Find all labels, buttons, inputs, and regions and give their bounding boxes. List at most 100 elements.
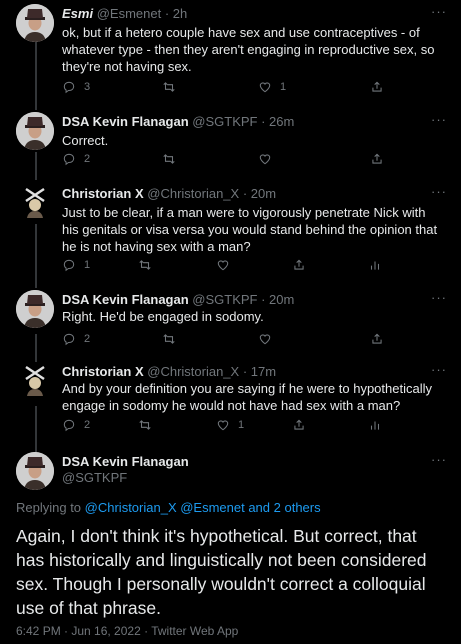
more-dots-icon[interactable]: ··· — [431, 112, 447, 127]
reply-count: 2 — [84, 153, 91, 165]
tweet[interactable]: Christorian X @Christorian_X · 20m ··· J… — [0, 180, 461, 284]
replying-prefix: Replying to — [16, 500, 85, 515]
reply-bubble-icon — [62, 152, 76, 166]
author-handle[interactable]: @SGTKPF — [192, 292, 257, 307]
retweet-button[interactable] — [162, 152, 176, 166]
tweet-actions: 2 — [62, 152, 442, 168]
analytics-button[interactable] — [368, 258, 382, 272]
main-tweet: DSA Kevin Flanagan @SGTKPF ··· Replying … — [0, 452, 461, 644]
tweet-time[interactable]: · 26m — [261, 114, 294, 129]
author-handle[interactable]: @SGTKPF — [192, 114, 257, 129]
tweet[interactable]: Esmi @Esmenet · 2h ··· ok, but if a hete… — [0, 0, 461, 108]
more-dots-icon[interactable]: ··· — [431, 4, 447, 19]
tweet-time[interactable]: · 2h — [165, 6, 187, 21]
tweet-time[interactable]: · 17m — [243, 364, 276, 379]
tweet-text: Right. He'd be engaged in sodomy. — [62, 309, 264, 324]
author-name[interactable]: Christorian X — [62, 186, 144, 201]
author-name[interactable]: DSA Kevin Flanagan — [62, 114, 189, 129]
reply-count: 3 — [84, 81, 91, 93]
more-dots-icon[interactable]: ··· — [431, 452, 447, 467]
tweet[interactable]: Christorian X @Christorian_X · 17m ··· A… — [0, 362, 461, 446]
like-count: 1 — [280, 81, 287, 93]
author-name[interactable]: DSA Kevin Flanagan — [62, 292, 189, 307]
reply-count: 1 — [84, 259, 91, 271]
like-button[interactable]: 1 — [258, 80, 286, 94]
share-button[interactable] — [370, 80, 384, 94]
author-handle[interactable]: @SGTKPF — [62, 470, 127, 485]
retweet-icon — [162, 80, 176, 94]
heart-icon — [258, 80, 272, 94]
analytics-icon — [368, 258, 382, 272]
share-icon — [370, 152, 384, 166]
author-handle[interactable]: @Esmenet — [97, 6, 162, 21]
reply-button[interactable]: 1 — [62, 258, 90, 272]
tweet-text: Correct. — [62, 133, 109, 148]
reply-button[interactable]: 2 — [62, 418, 90, 432]
share-button[interactable] — [370, 152, 384, 166]
replying-to: Replying to @Christorian_X @Esmenet and … — [16, 500, 321, 515]
share-icon — [292, 258, 306, 272]
replying-to-link[interactable]: @Christorian_X @Esmenet and 2 others — [85, 500, 321, 515]
retweet-icon — [162, 152, 176, 166]
reply-bubble-icon — [62, 258, 76, 272]
avatar[interactable] — [16, 452, 54, 490]
reply-button[interactable]: 3 — [62, 80, 90, 94]
reply-count: 2 — [84, 333, 91, 345]
avatar[interactable] — [16, 112, 54, 150]
author-name[interactable]: Esmi — [62, 6, 93, 21]
tweet-text: Just to be clear, if a man were to vigor… — [62, 205, 438, 254]
tweet[interactable]: DSA Kevin Flanagan @SGTKPF · 20m ··· Rig… — [0, 290, 461, 356]
like-count: 1 — [238, 419, 245, 431]
heart-icon — [258, 152, 272, 166]
author-handle[interactable]: @Christorian_X — [147, 186, 239, 201]
avatar[interactable] — [16, 4, 54, 42]
avatar[interactable] — [16, 362, 54, 400]
tweet-text: ok, but if a hetero couple have sex and … — [62, 25, 435, 74]
like-button[interactable]: 1 — [216, 418, 244, 432]
tweet-header: Christorian X @Christorian_X · 17m — [62, 364, 431, 379]
tweet-header: DSA Kevin Flanagan @SGTKPF · 20m — [62, 292, 431, 307]
more-dots-icon[interactable]: ··· — [431, 290, 447, 305]
heart-icon — [258, 332, 272, 346]
avatar[interactable] — [16, 290, 54, 328]
reply-button[interactable]: 2 — [62, 332, 90, 346]
analytics-icon — [368, 418, 382, 432]
reply-bubble-icon — [62, 332, 76, 346]
tweet-time[interactable]: · 20m — [243, 186, 276, 201]
tweet-header: DSA Kevin Flanagan @SGTKPF · 26m — [62, 114, 431, 129]
main-tweet-text: Again, I don't think it's hypothetical. … — [16, 526, 427, 618]
author-name[interactable]: DSA Kevin Flanagan — [62, 454, 189, 469]
tweet[interactable]: DSA Kevin Flanagan @SGTKPF · 26m ··· Cor… — [0, 108, 461, 176]
like-button[interactable] — [258, 152, 272, 166]
reply-button[interactable]: 2 — [62, 152, 90, 166]
retweet-icon — [138, 258, 152, 272]
analytics-button[interactable] — [368, 418, 382, 432]
retweet-button[interactable] — [162, 80, 176, 94]
reply-bubble-icon — [62, 418, 76, 432]
tweet-meta[interactable]: 6:42 PM · Jun 16, 2022 · Twitter Web App — [16, 624, 238, 638]
reply-bubble-icon — [62, 80, 76, 94]
retweet-button[interactable] — [162, 332, 176, 346]
heart-icon — [216, 258, 230, 272]
like-button[interactable] — [258, 332, 272, 346]
retweet-button[interactable] — [138, 258, 152, 272]
share-button[interactable] — [292, 418, 306, 432]
more-dots-icon[interactable]: ··· — [431, 184, 447, 199]
retweet-button[interactable] — [138, 418, 152, 432]
more-dots-icon[interactable]: ··· — [431, 362, 447, 377]
tweet-header: Christorian X @Christorian_X · 20m — [62, 186, 431, 201]
avatar[interactable] — [16, 184, 54, 222]
author-name[interactable]: Christorian X — [62, 364, 144, 379]
tweet-header: Esmi @Esmenet · 2h — [62, 6, 431, 21]
author-handle[interactable]: @Christorian_X — [147, 364, 239, 379]
like-button[interactable] — [216, 258, 230, 272]
share-button[interactable] — [292, 258, 306, 272]
tweet-time[interactable]: · 20m — [261, 292, 294, 307]
tweet-actions: 2 — [62, 332, 442, 348]
tweet-actions: 1 — [62, 258, 452, 274]
retweet-icon — [138, 418, 152, 432]
tweet-actions: 2 1 — [62, 418, 452, 434]
share-button[interactable] — [370, 332, 384, 346]
main-author-handle-row: @SGTKPF — [62, 470, 431, 485]
tweet-actions: 3 1 — [62, 80, 442, 96]
